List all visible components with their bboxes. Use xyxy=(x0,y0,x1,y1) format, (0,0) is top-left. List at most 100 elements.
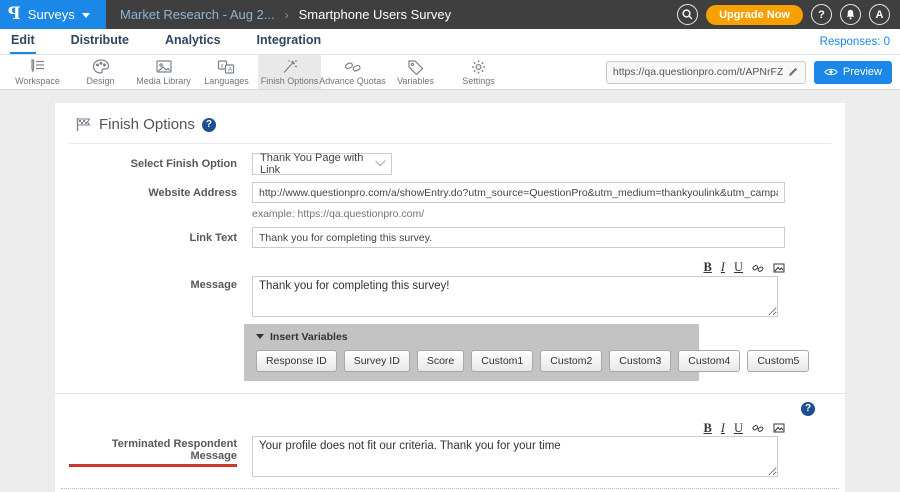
questionpro-logo-icon: P xyxy=(8,6,21,23)
search-button[interactable] xyxy=(677,4,698,25)
survey-url-field[interactable]: https://qa.questionpro.com/t/APNrFZgQ xyxy=(606,61,806,84)
toolbar-item-finish-options[interactable]: Finish Options xyxy=(258,55,321,89)
avatar-initial: A xyxy=(876,9,884,21)
breadcrumb-survey-name: Smartphone Users Survey xyxy=(299,7,451,22)
tab-edit[interactable]: Edit xyxy=(10,29,36,54)
underline-button[interactable]: U xyxy=(734,261,743,274)
collapse-triangle-icon xyxy=(256,334,264,339)
underline-button-2[interactable]: U xyxy=(734,422,743,435)
var-survey-id-button[interactable]: Survey ID xyxy=(344,350,410,372)
finish-flag-icon xyxy=(75,117,92,132)
breadcrumb-folder[interactable]: Market Research - Aug 2... xyxy=(120,7,275,22)
tab-distribute[interactable]: Distribute xyxy=(70,29,130,54)
form-row-website-address: Website Address example: https://qa.ques… xyxy=(69,182,831,220)
insert-variables-toggle[interactable]: Insert Variables xyxy=(256,331,687,343)
website-address-input[interactable] xyxy=(252,182,785,203)
var-custom1-button[interactable]: Custom1 xyxy=(471,350,533,372)
top-actions: Upgrade Now ? A xyxy=(677,0,900,29)
top-bar: P Surveys Market Research - Aug 2... › S… xyxy=(0,0,900,29)
var-response-id-button[interactable]: Response ID xyxy=(256,350,337,372)
toolbar-item-advance-quotas[interactable]: Advance Quotas xyxy=(321,55,384,89)
svg-text:A: A xyxy=(228,66,233,73)
toolbar-item-variables[interactable]: Variables xyxy=(384,55,447,89)
responses-count[interactable]: Responses: 0 xyxy=(820,36,890,48)
languages-icon: xA xyxy=(217,59,236,75)
toolbar-item-workspace[interactable]: Workspace xyxy=(6,55,69,89)
image-button-2[interactable] xyxy=(773,422,785,434)
toolbar-right: https://qa.questionpro.com/t/APNrFZgQ Pr… xyxy=(606,55,900,89)
terminated-editor-toolbar: B I U xyxy=(252,422,785,435)
message-label: Message xyxy=(69,255,237,381)
edit-toolbar: Workspace Design Media Library xA Langua… xyxy=(0,55,900,90)
finish-option-label: Select Finish Option xyxy=(69,153,237,175)
tab-analytics[interactable]: Analytics xyxy=(164,29,222,54)
survey-nav: Edit Distribute Analytics Integration Re… xyxy=(0,29,900,55)
page-title: Finish Options xyxy=(99,116,195,133)
settings-icon xyxy=(470,59,487,75)
account-avatar[interactable]: A xyxy=(869,4,890,25)
insert-variables-panel: Insert Variables Response ID Survey ID S… xyxy=(244,324,699,381)
caret-down-icon xyxy=(82,13,90,18)
toolbar-item-languages[interactable]: xA Languages xyxy=(195,55,258,89)
finish-options-form: Select Finish Option Thank You Page with… xyxy=(69,144,831,492)
svg-text:x: x xyxy=(221,63,224,69)
var-custom3-button[interactable]: Custom3 xyxy=(609,350,671,372)
page-content: Finish Options ? Select Finish Option Th… xyxy=(0,90,900,492)
surveys-menu[interactable]: P Surveys xyxy=(0,0,106,29)
variables-icon xyxy=(407,59,425,75)
var-custom2-button[interactable]: Custom2 xyxy=(540,350,602,372)
link-text-label: Link Text xyxy=(69,227,237,248)
eye-icon xyxy=(824,67,838,77)
form-row-message: Message B I U Thank you for completing t… xyxy=(69,255,831,381)
italic-button-2[interactable]: I xyxy=(721,422,725,435)
question-icon: ? xyxy=(818,9,825,21)
edit-url-pencil-icon[interactable] xyxy=(787,66,799,78)
insert-variables-buttons: Response ID Survey ID Score Custom1 Cust… xyxy=(256,350,687,372)
bell-icon xyxy=(845,9,856,20)
website-address-hint: example: https://qa.questionpro.com/ xyxy=(252,208,831,220)
toolbar-item-design[interactable]: Design xyxy=(69,55,132,89)
var-score-button[interactable]: Score xyxy=(417,350,464,372)
upgrade-now-button[interactable]: Upgrade Now xyxy=(706,5,803,25)
bold-button[interactable]: B xyxy=(703,261,711,274)
finish-options-icon xyxy=(281,59,299,75)
preview-label: Preview xyxy=(843,66,882,78)
form-row-link-text: Link Text xyxy=(69,227,831,248)
terminated-help-row: ? xyxy=(69,394,831,416)
surveys-menu-label: Surveys xyxy=(28,7,75,22)
workspace-icon xyxy=(28,59,47,75)
terminated-help-icon[interactable]: ? xyxy=(801,402,815,416)
bold-button-2[interactable]: B xyxy=(703,422,711,435)
toolbar-item-settings[interactable]: Settings xyxy=(447,55,510,89)
link-button[interactable] xyxy=(752,262,764,274)
terminated-message-label: Terminated Respondent Message xyxy=(69,416,237,481)
image-button[interactable] xyxy=(773,262,785,274)
breadcrumb-separator: › xyxy=(285,8,289,22)
italic-button[interactable]: I xyxy=(721,261,725,274)
survey-url-text: https://qa.questionpro.com/t/APNrFZgQ xyxy=(613,66,783,78)
message-editor-toolbar: B I U xyxy=(252,261,785,274)
help-button[interactable]: ? xyxy=(811,4,832,25)
website-address-label: Website Address xyxy=(69,182,237,220)
terminated-message-textarea[interactable]: Your profile does not fit our criteria. … xyxy=(252,436,778,477)
form-row-terminated-message: Terminated Respondent Message B I U Your… xyxy=(69,416,831,481)
notifications-button[interactable] xyxy=(840,4,861,25)
var-custom4-button[interactable]: Custom4 xyxy=(678,350,740,372)
tab-integration[interactable]: Integration xyxy=(256,29,323,54)
design-icon xyxy=(92,59,110,75)
message-textarea[interactable]: Thank you for completing this survey! xyxy=(252,276,778,317)
finish-option-select[interactable]: Thank You Page with Link xyxy=(252,153,392,175)
toolbar-item-media-library[interactable]: Media Library xyxy=(132,55,195,89)
preview-button[interactable]: Preview xyxy=(814,61,892,84)
advance-quotas-icon xyxy=(344,59,362,75)
link-text-input[interactable] xyxy=(252,227,785,248)
var-custom5-button[interactable]: Custom5 xyxy=(747,350,809,372)
finish-option-selected-value: Thank You Page with Link xyxy=(260,152,377,176)
finish-options-help-icon[interactable]: ? xyxy=(202,118,216,132)
form-row-finish-option: Select Finish Option Thank You Page with… xyxy=(69,153,831,175)
link-button-2[interactable] xyxy=(752,422,764,434)
card-header: Finish Options ? xyxy=(69,103,831,144)
insert-variables-title: Insert Variables xyxy=(270,331,348,343)
media-library-icon xyxy=(155,59,173,75)
search-icon xyxy=(682,9,693,20)
